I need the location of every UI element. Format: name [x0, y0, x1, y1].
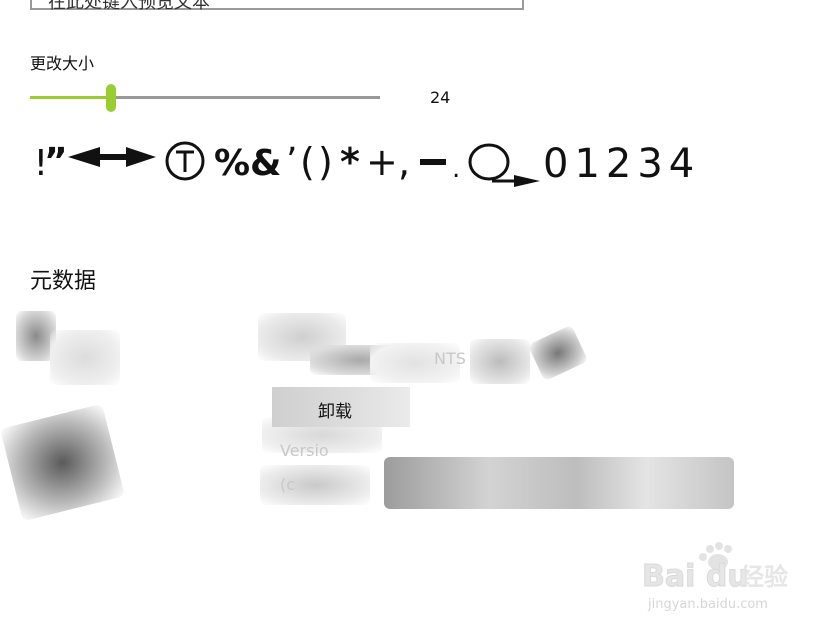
glyph-apostrophe: ’ [286, 141, 297, 182]
redaction-smudge [50, 330, 120, 385]
redaction-smudge [384, 457, 734, 509]
glyph-minus [420, 159, 446, 165]
glyph-double-arrow-icon [68, 147, 156, 167]
redaction-smudge [260, 465, 370, 505]
glyph-circle-arrow-icon [468, 143, 540, 187]
font-preview: ! ” % & ’ ( ) * + , . 01234 [28, 135, 818, 191]
metadata-heading: 元数据 [30, 269, 97, 294]
font-preview-glyphs: ! ” % & ’ ( ) * + , . 01234 [30, 140, 700, 187]
glyph-comma: , [398, 140, 410, 184]
metadata-section: NTS Versio (c 卸载 [0, 305, 740, 522]
glyph-circled-t-icon [165, 141, 205, 181]
glyph-ampersand: & [250, 143, 281, 184]
preview-text-value: 在此处键入预览文本 [48, 0, 210, 13]
glyph-quote: ” [44, 141, 68, 182]
baidu-watermark: Bai du 经验 jingyan.baidu.com [640, 540, 800, 615]
glyph-period: . [452, 154, 460, 184]
redaction-smudge [527, 324, 589, 382]
size-value: 24 [430, 88, 451, 107]
glyph-paren-open: ( [300, 140, 315, 184]
watermark-url: jingyan.baidu.com [647, 597, 768, 612]
redaction-smudge [0, 403, 125, 522]
glyph-plus: + [366, 140, 398, 184]
watermark-brand: Bai du [642, 559, 749, 594]
slider-thumb[interactable] [106, 84, 116, 112]
glyph-digits: 01234 [543, 141, 700, 187]
metadata-row-text: NTS [434, 349, 466, 368]
uninstall-button[interactable]: 卸载 [272, 387, 410, 427]
uninstall-button-label: 卸载 [318, 402, 352, 422]
resize-label: 更改大小 [30, 54, 95, 73]
glyph-paren-close: ) [318, 140, 333, 184]
preview-text-input[interactable]: 在此处键入预览文本 [30, 0, 524, 13]
glyph-asterisk: * [340, 140, 360, 184]
baidu-logo-icon: Bai du 经验 jingyan.baidu.com [642, 542, 788, 612]
metadata-row-text: Versio [280, 441, 329, 460]
glyph-percent: % [214, 143, 250, 184]
size-slider[interactable] [30, 84, 380, 112]
slider-fill [30, 96, 111, 99]
redaction-smudge [470, 339, 530, 384]
metadata-row-text: (c [280, 475, 296, 494]
watermark-product: 经验 [740, 563, 788, 591]
